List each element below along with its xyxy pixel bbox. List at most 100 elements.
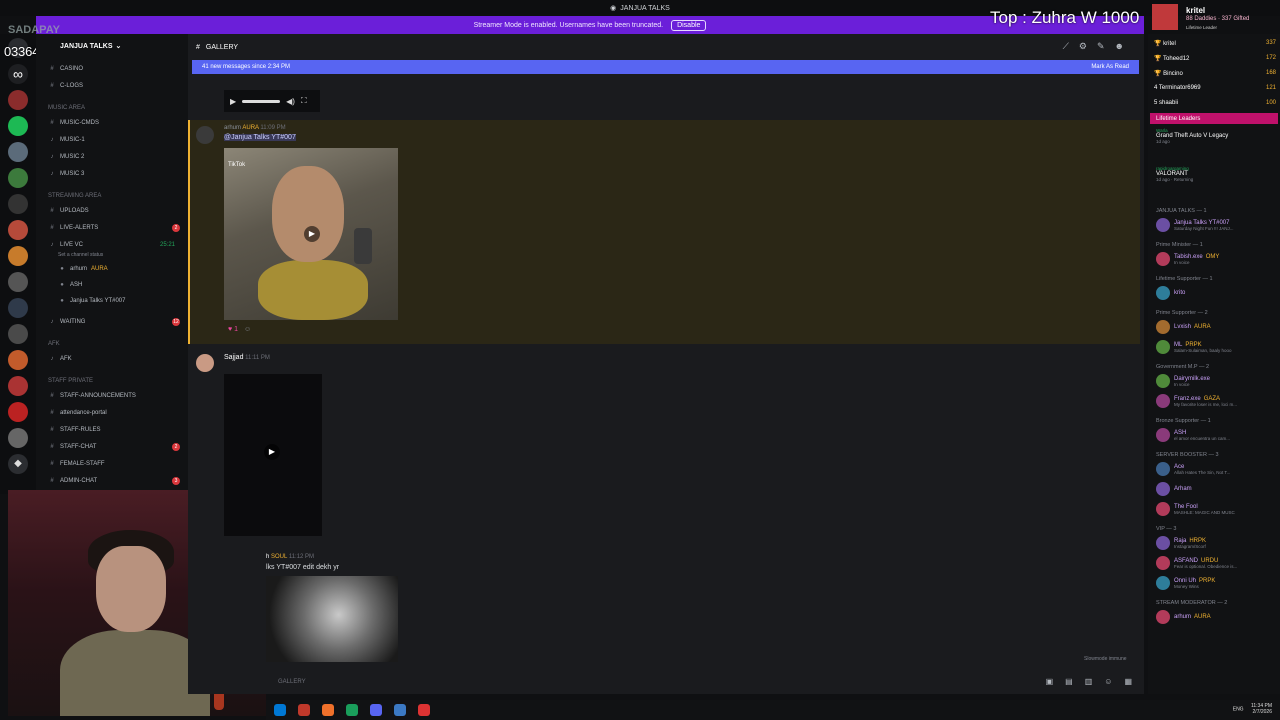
mention[interactable]: @Janjua Talks YT#007: [224, 134, 296, 141]
server-icon-14[interactable]: [8, 428, 28, 448]
message-author[interactable]: Sajjad: [224, 354, 243, 361]
member-item[interactable]: Franz.exe GAZA My favorite loser is me, lo…: [1156, 394, 1237, 408]
play-icon[interactable]: ▶: [230, 97, 236, 106]
avatar[interactable]: [196, 126, 214, 144]
member-item[interactable]: Arham: [1156, 482, 1192, 496]
volume-slider[interactable]: [242, 99, 281, 103]
discover-icon[interactable]: ◆: [8, 454, 28, 474]
channel-user[interactable]: ● Janjua Talks YT#007: [58, 295, 125, 307]
member-item[interactable]: Onni Uh PRPK Money Wins: [1156, 576, 1215, 590]
member-item[interactable]: arhum AURA: [1156, 610, 1211, 624]
channel-text[interactable]: # UPLOADS: [48, 205, 88, 217]
fullscreen-icon[interactable]: ⛶: [301, 96, 307, 106]
channel-text[interactable]: # STAFF-CHAT: [48, 441, 96, 453]
message-author[interactable]: h: [266, 554, 269, 560]
channel-label: LIVE VC: [60, 242, 84, 248]
disable-streamer-mode-button[interactable]: Disable: [671, 19, 707, 31]
member-item[interactable]: Tabish.exe OMY In voice: [1156, 252, 1219, 266]
role-tag: OMY: [1205, 253, 1220, 260]
server-icon-2[interactable]: [8, 116, 28, 136]
channel-user[interactable]: ● arhum AURA: [58, 263, 108, 275]
channel-text[interactable]: # LIVE-ALERTS: [48, 222, 98, 234]
member-item[interactable]: Lvxish AURA: [1156, 320, 1211, 334]
channel-category[interactable]: STAFF PRIVATE: [48, 375, 93, 387]
mark-as-read-button[interactable]: Mark As Read: [1091, 64, 1129, 70]
play-icon[interactable]: ▶: [264, 444, 280, 460]
gift-icon[interactable]: ▣: [1046, 677, 1054, 686]
member-item[interactable]: Ace Allah Hates The Sin, Not T...: [1156, 462, 1230, 476]
member-item[interactable]: krito: [1156, 286, 1185, 300]
activity-card[interactable]: Warla Grand Theft Auto V Legacy 1d ago: [1156, 128, 1228, 144]
apps-icon[interactable]: ▦: [1124, 677, 1132, 686]
avatar[interactable]: [196, 354, 214, 372]
channel-text[interactable]: # attendance-portal: [48, 407, 106, 419]
channel-text[interactable]: # CASINO: [48, 63, 83, 75]
heart-reaction[interactable]: ♥ 1: [228, 326, 238, 333]
channel-category[interactable]: STREAMING AREA: [48, 190, 101, 202]
member-item[interactable]: ASFAND URDU Fear is optional. Obedience is…: [1156, 556, 1237, 570]
play-icon[interactable]: ▶: [304, 226, 320, 242]
member-item[interactable]: Janjua Talks YT#007 Saturday Night Fun !!…: [1156, 218, 1234, 232]
server-icon-7[interactable]: [8, 246, 28, 266]
video-embed[interactable]: TikTok ▶: [224, 148, 398, 320]
server-icon-9[interactable]: [8, 298, 28, 318]
browser-icon[interactable]: [322, 704, 334, 716]
discord-icon[interactable]: [370, 704, 382, 716]
message-composer[interactable]: GALLERY ▣ ▤ ▥ ☺ ▦: [266, 674, 1140, 690]
add-reaction-icon[interactable]: ☺: [244, 326, 251, 333]
server-icon-13[interactable]: [8, 402, 28, 422]
channel-text[interactable]: # FEMALE-STAFF: [48, 458, 104, 470]
gif-icon[interactable]: ▤: [1065, 677, 1073, 686]
new-messages-bar[interactable]: 41 new messages since 2:34 PM Mark As Re…: [192, 60, 1139, 74]
server-icon-8[interactable]: [8, 272, 28, 292]
message-author[interactable]: arhum: [224, 125, 241, 131]
server-icon-4[interactable]: [8, 168, 28, 188]
server-icon-11[interactable]: [8, 350, 28, 370]
channel-voice[interactable]: ♪ MUSIC-1: [48, 134, 85, 146]
channel-text[interactable]: # STAFF-ANNOUNCEMENTS: [48, 390, 136, 402]
sticker-icon[interactable]: ▥: [1085, 677, 1093, 686]
member-item[interactable]: The Fool MASHLE: MAGIC AND MUSC: [1156, 502, 1235, 516]
emoji-icon[interactable]: ☺: [1104, 677, 1112, 686]
channel-category[interactable]: MUSIC AREA: [48, 102, 85, 114]
members-icon[interactable]: ☻: [1115, 41, 1124, 52]
threads-icon[interactable]: ⟋: [1063, 41, 1069, 52]
channel-voice[interactable]: ♪ MUSIC 3: [48, 168, 85, 180]
channel-voice[interactable]: ♪ AFK: [48, 353, 72, 365]
server-icon-5[interactable]: [8, 194, 28, 214]
channel-text[interactable]: # ADMIN-CHAT: [48, 475, 97, 487]
channel-text[interactable]: # MUSIC-CMDS: [48, 117, 99, 129]
server-icon-6[interactable]: [8, 220, 28, 240]
edge-icon[interactable]: [346, 704, 358, 716]
server-icon-10[interactable]: [8, 324, 28, 344]
channel-user[interactable]: ● ASH: [58, 279, 82, 291]
app-icon-1[interactable]: [298, 704, 310, 716]
message-header: arhum AURA 11:09 PM: [224, 125, 286, 131]
pin-icon[interactable]: ✎: [1097, 41, 1105, 52]
channel-label: STAFF-CHAT: [60, 444, 97, 450]
obs-icon[interactable]: [418, 704, 430, 716]
channel-voice[interactable]: ♪ WAITING: [48, 316, 86, 328]
channel-category[interactable]: AFK: [48, 338, 60, 350]
member-item[interactable]: ASH el amor encuentra un cam...: [1156, 428, 1230, 442]
channel-voice[interactable]: ♪ MUSIC 2: [48, 151, 85, 163]
windows-start-icon[interactable]: [274, 704, 286, 716]
infinity-server-icon[interactable]: ∞: [8, 64, 28, 84]
server-icon-3[interactable]: [8, 142, 28, 162]
volume-icon[interactable]: ◀): [286, 97, 295, 106]
image-attachment[interactable]: [266, 576, 398, 662]
leaderboard-row: 🏆 Toheed12 172: [1154, 55, 1276, 62]
channel-text[interactable]: # STAFF-RULES: [48, 424, 100, 436]
server-icon-12[interactable]: [8, 376, 28, 396]
server-icon-1[interactable]: [8, 90, 28, 110]
app-icon-2[interactable]: [394, 704, 406, 716]
channel-text[interactable]: # C-LOGS: [48, 80, 83, 92]
member-item[interactable]: ML PRPK Salam-Sulaiman, baaly hooo: [1156, 340, 1232, 354]
notification-icon[interactable]: ⚙: [1079, 41, 1087, 52]
activity-card[interactable]: rapidroargaming VALORANT 1d ago · Returnin…: [1156, 166, 1193, 182]
video-embed[interactable]: ▶: [224, 374, 322, 536]
member-item[interactable]: Dairymilk.exe In voice: [1156, 374, 1210, 388]
system-tray[interactable]: ENG 11:34 PM 2/7/2026: [1233, 703, 1272, 715]
server-name-button[interactable]: JANJUA TALKS ⌄: [36, 38, 188, 54]
member-item[interactable]: Raja HRPK Instagram/Scorf: [1156, 536, 1206, 550]
